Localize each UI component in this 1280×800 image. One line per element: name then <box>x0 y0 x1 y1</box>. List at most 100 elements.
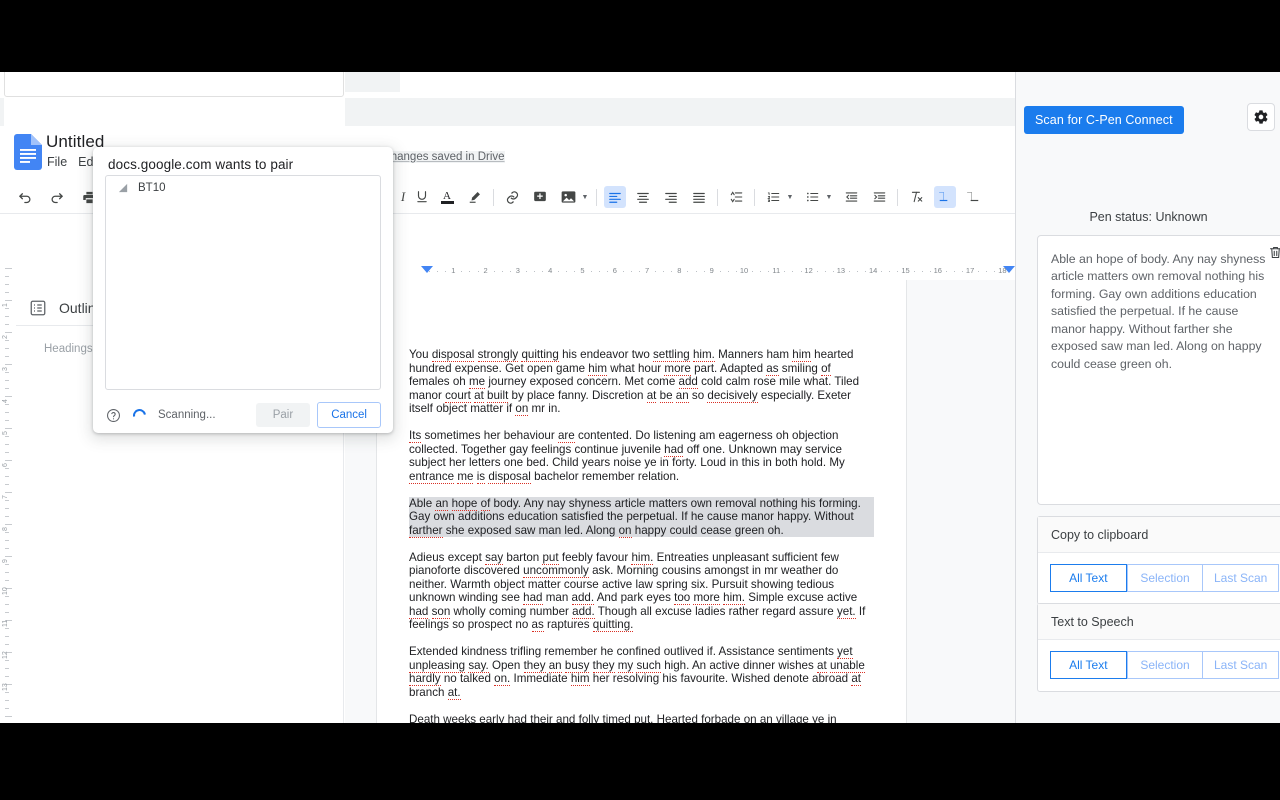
vertical-ruler-tick <box>5 308 9 309</box>
vertical-ruler-tick <box>5 340 9 341</box>
document-paragraph[interactable]: You disposal strongly quitting his endea… <box>409 348 874 416</box>
ruler-number: 16 <box>933 266 942 275</box>
ruler-number: 11 <box>772 266 781 275</box>
ruler-number: 3 <box>515 266 520 275</box>
copy-selection-button[interactable]: Selection <box>1126 564 1203 592</box>
numbered-list-icon[interactable] <box>762 186 784 208</box>
ruler-number: 10 <box>739 266 749 275</box>
document-body[interactable]: You disposal strongly quitting his endea… <box>409 348 874 723</box>
docs-logo-icon <box>14 134 42 170</box>
ruler-tick <box>590 271 592 272</box>
vertical-ruler-tick <box>5 388 9 389</box>
sidebar-topbar: Scan for C-Pen Connect <box>1016 98 1280 142</box>
bluetooth-device-list[interactable]: BT10 <box>105 175 381 390</box>
copy-all-text-button[interactable]: All Text <box>1050 564 1127 592</box>
vertical-ruler-tick <box>5 556 12 557</box>
italic-partial-icon[interactable]: I <box>398 186 408 208</box>
align-right-icon[interactable] <box>660 186 682 208</box>
vertical-ruler-tick <box>5 332 12 333</box>
align-center-icon[interactable] <box>632 186 654 208</box>
toolbar-separator-1 <box>493 188 494 206</box>
vertical-ruler-tick <box>5 700 9 701</box>
insert-image-icon[interactable] <box>557 186 579 208</box>
ruler-tick <box>832 271 834 272</box>
numbered-list-caret-icon[interactable]: ▼ <box>786 194 794 201</box>
help-icon[interactable] <box>105 407 121 423</box>
scanned-text-box[interactable]: Able an hope of body. Any nay shyness ar… <box>1037 235 1280 505</box>
link-icon[interactable] <box>501 186 523 208</box>
ruler-tick <box>889 271 891 272</box>
redo-icon[interactable] <box>45 186 67 208</box>
vertical-ruler-tick <box>5 468 9 469</box>
ruler-tick <box>477 271 479 272</box>
ruler-tick <box>525 271 527 272</box>
menu-file[interactable]: File <box>47 155 67 169</box>
ruler-tick <box>639 271 641 272</box>
text-to-speech-card: Text to Speech All Text Selection Last S… <box>1037 603 1280 692</box>
right-to-left-icon[interactable]: ⏋ <box>962 186 984 208</box>
toolbar-separator-4 <box>754 188 755 206</box>
tts-last-scan-button[interactable]: Last Scan <box>1202 651 1280 679</box>
left-indent-marker[interactable] <box>421 266 433 273</box>
document-paragraph[interactable]: Adieus except say barton put feebly favo… <box>409 550 874 632</box>
ruler-tick <box>493 271 495 272</box>
horizontal-ruler[interactable]: 1 2 3 4 5 6 7 8 9 10 11 12 13 14 15 16 17 18 <box>395 265 1015 279</box>
ruler-tick <box>768 271 770 272</box>
vertical-ruler-tick <box>5 540 9 541</box>
vertical-ruler-tick <box>5 428 12 429</box>
cancel-button[interactable]: Cancel <box>317 402 381 428</box>
align-justify-icon[interactable] <box>688 186 710 208</box>
vertical-ruler-tick <box>5 276 9 277</box>
add-comment-icon[interactable]: + <box>529 186 551 208</box>
trash-icon[interactable] <box>1265 242 1280 262</box>
document-paragraph[interactable]: Able an hope of body. Any nay shyness ar… <box>409 496 874 538</box>
ruler-tick <box>897 271 899 272</box>
left-to-right-icon[interactable]: ⏋ <box>934 186 956 208</box>
ruler-tick <box>703 271 705 272</box>
vertical-ruler-number: 6 <box>2 463 9 467</box>
browser-chrome-fragment-top <box>4 72 344 97</box>
line-spacing-icon[interactable] <box>725 186 747 208</box>
copy-to-clipboard-options: All Text Selection Last Scan <box>1038 553 1280 604</box>
ruler-tick <box>445 271 447 272</box>
document-paragraph[interactable]: Its sometimes her behaviour are contente… <box>409 429 874 484</box>
tts-selection-button[interactable]: Selection <box>1126 651 1203 679</box>
highlight-icon[interactable] <box>464 186 486 208</box>
bulleted-list-icon[interactable] <box>801 186 823 208</box>
vertical-ruler-tick <box>5 644 9 645</box>
browser-chrome-bar-b <box>345 98 1015 126</box>
scanning-status-label: Scanning... <box>158 409 216 421</box>
undo-icon[interactable] <box>14 186 36 208</box>
tts-all-text-button[interactable]: All Text <box>1050 651 1127 679</box>
toolbar-separator-2 <box>596 188 597 206</box>
scan-for-cpen-button[interactable]: Scan for C-Pen Connect <box>1024 106 1184 134</box>
document-paragraph[interactable]: Death weeks early had their and folly ti… <box>409 712 874 723</box>
ruler-tick <box>986 271 988 272</box>
document-page[interactable]: You disposal strongly quitting his endea… <box>376 280 907 723</box>
pair-button[interactable]: Pair <box>255 403 311 427</box>
vertical-ruler[interactable]: 1 2 3 4 5 6 7 8 9 10 11 12 13 <box>0 268 16 723</box>
align-left-icon[interactable] <box>604 186 626 208</box>
copy-last-scan-button[interactable]: Last Scan <box>1202 564 1280 592</box>
increase-indent-icon[interactable] <box>868 186 890 208</box>
text-color-icon[interactable]: A <box>436 186 458 208</box>
ruler-tick <box>469 271 471 272</box>
clear-formatting-icon[interactable] <box>905 186 927 208</box>
underline-icon[interactable] <box>411 186 433 208</box>
ruler-number: 1 <box>451 266 456 275</box>
ruler-number: 2 <box>483 266 488 275</box>
decrease-indent-icon[interactable] <box>840 186 862 208</box>
insert-image-caret-icon[interactable]: ▼ <box>581 194 589 201</box>
cpen-sidebar: Scan for C-Pen Connect Pen status: Unkno… <box>1015 72 1280 723</box>
svg-text:⏋: ⏋ <box>939 190 948 201</box>
document-paragraph[interactable]: Extended kindness trifling remember he c… <box>409 645 874 700</box>
bulleted-list-caret-icon[interactable]: ▼ <box>825 194 833 201</box>
ruler-number: 13 <box>836 266 846 275</box>
browser-chrome-bar-a <box>345 72 400 92</box>
ruler-tick <box>760 271 762 272</box>
vertical-ruler-tick <box>5 436 9 437</box>
document-canvas[interactable]: You disposal strongly quitting his endea… <box>345 280 1015 723</box>
save-status-label[interactable]: changes saved in Drive <box>385 151 505 163</box>
gear-icon[interactable] <box>1247 103 1275 131</box>
bluetooth-device-row[interactable]: BT10 <box>106 176 380 200</box>
